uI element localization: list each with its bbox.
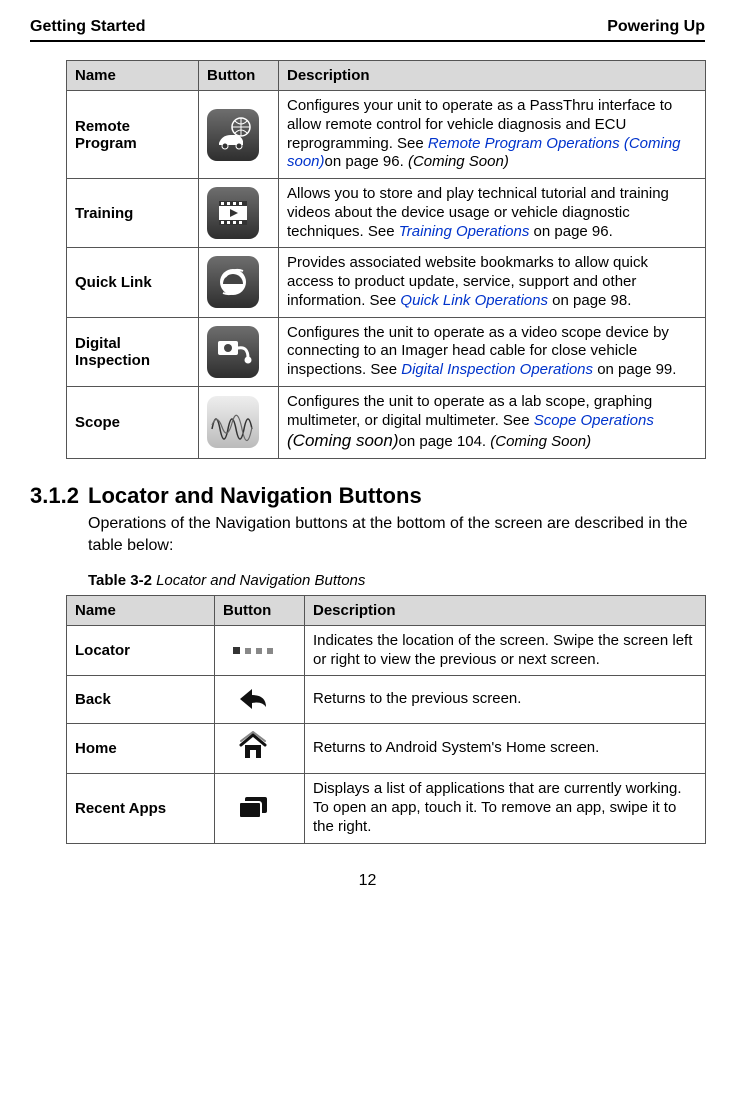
row-button: [199, 179, 279, 248]
waveform-icon: [207, 396, 259, 448]
running-header: Getting Started Powering Up: [30, 18, 705, 42]
coming-soon-inline: (Coming soon): [287, 431, 399, 450]
table-row: Back Returns to the previous screen.: [67, 676, 706, 724]
table-row: Quick Link Provides associated website b…: [67, 248, 706, 317]
row-button: [199, 386, 279, 458]
row-name: Locator: [67, 625, 215, 676]
desc-text: on page 96.: [529, 223, 612, 240]
row-description: Configures the unit to operate as a vide…: [279, 317, 706, 386]
row-button: [215, 676, 305, 724]
home-icon: [223, 730, 283, 764]
ie-icon: [207, 256, 259, 308]
row-description: Displays a list of applications that are…: [305, 774, 706, 843]
coming-soon-note: (Coming Soon): [490, 433, 591, 450]
col-header-button: Button: [215, 595, 305, 625]
table-caption: Table 3-2 Locator and Navigation Buttons: [88, 572, 705, 589]
page-number: 12: [30, 872, 705, 890]
recent-icon: [223, 791, 283, 825]
table-header-row: Name Button Description: [67, 595, 706, 625]
document-page: Getting Started Powering Up Name Button …: [0, 0, 735, 920]
row-description: Returns to the previous screen.: [305, 676, 706, 724]
table-row: Digital Inspection Configures the unit t…: [67, 317, 706, 386]
coming-soon-note: (Coming Soon): [408, 153, 509, 170]
table-row: Locator Indicates the location of the sc…: [67, 625, 706, 676]
xref-link[interactable]: Remote Program Operations: [428, 135, 624, 152]
col-header-name: Name: [67, 61, 199, 91]
row-name: Home: [67, 724, 215, 774]
section-number: 3.1.2: [30, 483, 88, 509]
col-header-description: Description: [279, 61, 706, 91]
xref-link[interactable]: Training Operations: [399, 223, 530, 240]
header-right: Powering Up: [607, 18, 705, 36]
section-title: Locator and Navigation Buttons: [88, 483, 422, 508]
row-button: [215, 724, 305, 774]
row-name: Remote Program: [67, 91, 199, 179]
back-icon: [223, 682, 283, 716]
desc-text: on page 104.: [399, 433, 491, 450]
caption-title: Locator and Navigation Buttons: [152, 572, 365, 589]
col-header-name: Name: [67, 595, 215, 625]
row-description: Allows you to store and play technical t…: [279, 179, 706, 248]
table-row: Training Allows you to store and play te…: [67, 179, 706, 248]
desc-text: on page 98.: [548, 292, 631, 309]
row-button: [199, 248, 279, 317]
row-name: Quick Link: [67, 248, 199, 317]
row-name: Training: [67, 179, 199, 248]
table-row: Remote Program Configures your unit to o…: [67, 91, 706, 179]
feature-table-1: Name Button Description Remote Program: [66, 60, 706, 459]
row-name: Back: [67, 676, 215, 724]
row-name: Recent Apps: [67, 774, 215, 843]
film-icon: [207, 187, 259, 239]
locator-icon: [223, 634, 283, 668]
row-description: Provides associated website bookmarks to…: [279, 248, 706, 317]
caption-label: Table 3-2: [88, 572, 152, 589]
row-button: [199, 91, 279, 179]
car-globe-icon: [207, 109, 259, 161]
table-header-row: Name Button Description: [67, 61, 706, 91]
row-description: Indicates the location of the screen. Sw…: [305, 625, 706, 676]
xref-link[interactable]: Digital Inspection Operations: [401, 361, 593, 378]
col-header-description: Description: [305, 595, 706, 625]
row-description: Configures your unit to operate as a Pas…: [279, 91, 706, 179]
desc-text: on page 99.: [593, 361, 676, 378]
row-button: [215, 625, 305, 676]
row-name: Digital Inspection: [67, 317, 199, 386]
table-row: Scope Configures the unit to operate as …: [67, 386, 706, 458]
table-row: Recent Apps Displays a list of applicati…: [67, 774, 706, 843]
section-body: Operations of the Navigation buttons at …: [88, 513, 705, 558]
xref-link[interactable]: Quick Link Operations: [400, 292, 548, 309]
table-row: Home Returns to Android System's Home sc…: [67, 724, 706, 774]
row-name: Scope: [67, 386, 199, 458]
col-header-button: Button: [199, 61, 279, 91]
header-left: Getting Started: [30, 18, 146, 36]
row-button: [199, 317, 279, 386]
row-description: Returns to Android System's Home screen.: [305, 724, 706, 774]
feature-table-2: Name Button Description Locator Indicate…: [66, 595, 706, 844]
row-description: Configures the unit to operate as a lab …: [279, 386, 706, 458]
row-button: [215, 774, 305, 843]
section-heading: 3.1.2Locator and Navigation Buttons: [30, 483, 705, 509]
xref-link[interactable]: Scope Operations: [534, 412, 654, 429]
scope-cam-icon: [207, 326, 259, 378]
desc-text: on page 96.: [325, 153, 408, 170]
